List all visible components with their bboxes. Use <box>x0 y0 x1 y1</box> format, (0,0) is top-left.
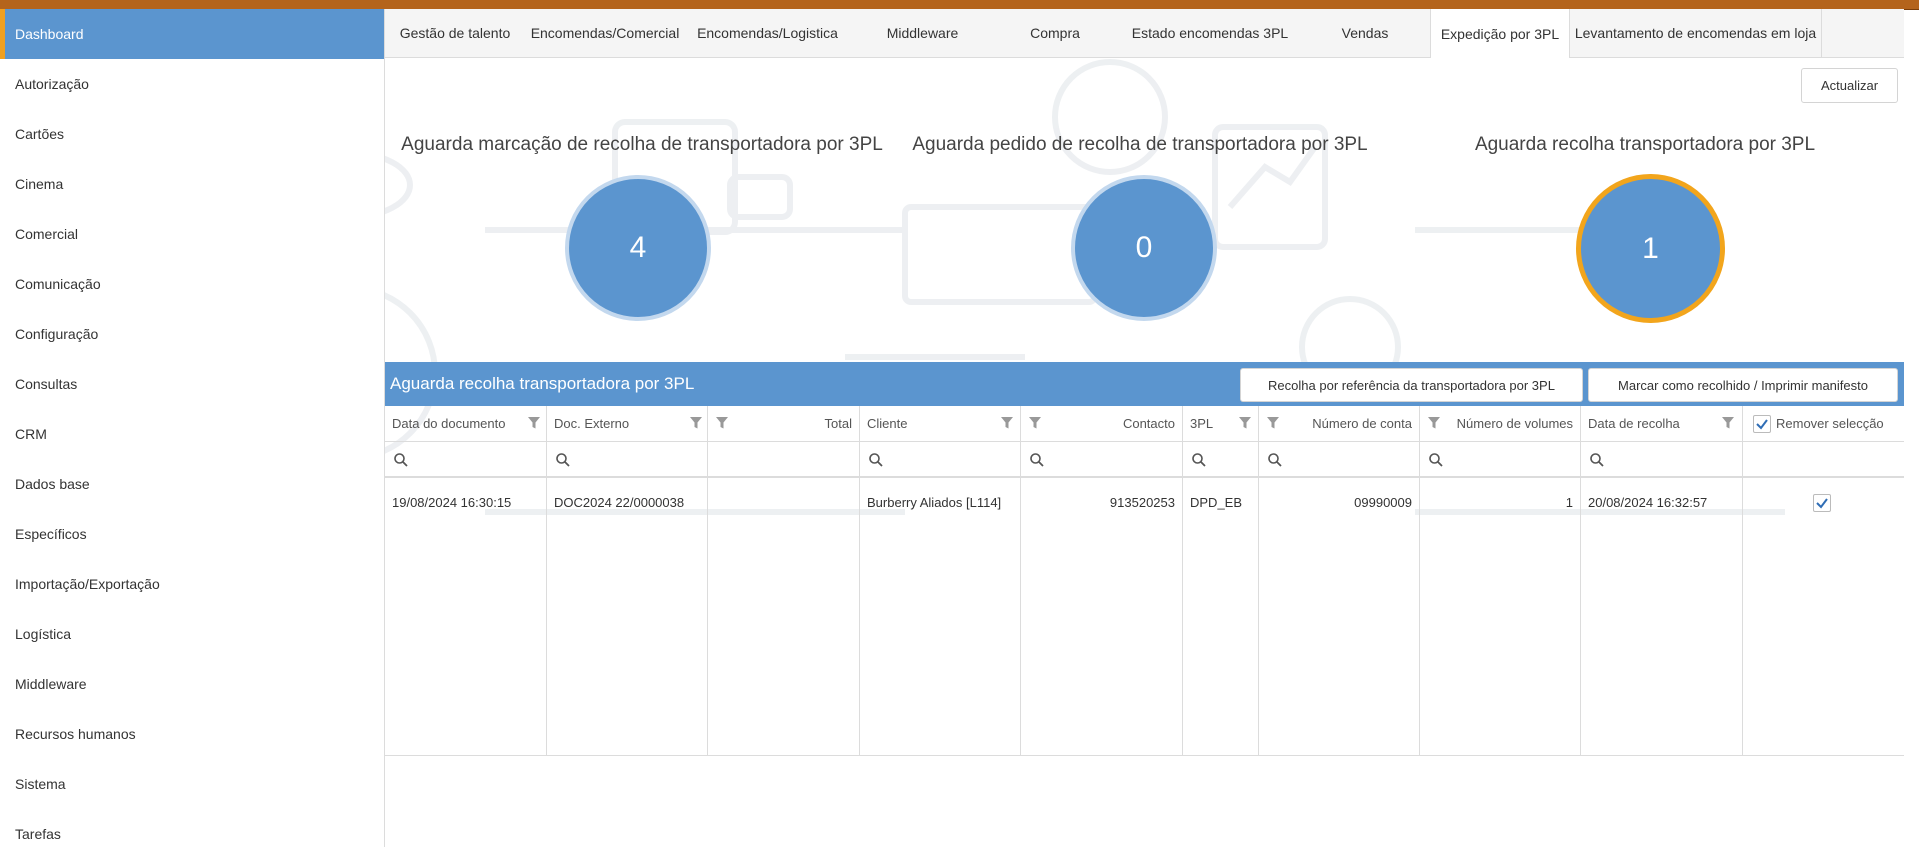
column-contacto: Contacto 913520253 <box>1021 406 1183 755</box>
sidebar-item-sistema[interactable]: Sistema <box>0 759 384 809</box>
sidebar-item-cinema[interactable]: Cinema <box>0 159 384 209</box>
cell-data-recolha[interactable]: 20/08/2024 16:32:57 <box>1588 495 1707 510</box>
column-header-total[interactable]: Total <box>825 416 852 431</box>
cell-numero-conta[interactable]: 09990009 <box>1354 495 1412 510</box>
sidebar-item-especificos[interactable]: Específicos <box>0 509 384 559</box>
tab-encomendas-logistica[interactable]: Encomendas/Logistica <box>685 9 850 57</box>
stat-title-pedido: Aguarda pedido de recolha de transportad… <box>912 134 1368 155</box>
column-3pl: 3PL DPD_EB <box>1183 406 1259 755</box>
tab-estado-encomendas-3pl[interactable]: Estado encomendas 3PL <box>1115 9 1305 57</box>
column-header-cliente[interactable]: Cliente <box>867 416 907 431</box>
search-icon[interactable] <box>1191 452 1207 468</box>
column-header-remover-seleccao[interactable]: Remover selecção <box>1776 416 1884 431</box>
column-header-data-documento[interactable]: Data do documento <box>392 416 505 431</box>
column-numero-volumes: Número de volumes 1 <box>1420 406 1581 755</box>
stat-title-recolha: Aguarda recolha transportadora por 3PL <box>1474 134 1816 155</box>
tab-middleware[interactable]: Middleware <box>850 9 995 57</box>
filter-icon[interactable] <box>1000 416 1014 430</box>
filter-icon[interactable] <box>1238 416 1252 430</box>
column-remover-seleccao: Remover selecção <box>1743 406 1904 755</box>
column-total: Total <box>708 406 860 755</box>
column-header-numero-volumes[interactable]: Número de volumes <box>1457 416 1573 431</box>
column-numero-conta: Número de conta 09990009 <box>1259 406 1420 755</box>
cell-data-documento[interactable]: 19/08/2024 16:30:15 <box>392 495 511 510</box>
cell-contacto[interactable]: 913520253 <box>1110 495 1175 510</box>
stat-circle-recolha[interactable]: 1 <box>1576 174 1725 323</box>
sidebar-item-crm[interactable]: CRM <box>0 409 384 459</box>
checkmark-icon <box>1816 498 1828 509</box>
mark-collected-button[interactable]: Marcar como recolhido / Imprimir manifes… <box>1588 368 1898 402</box>
pickup-by-reference-button[interactable]: Recolha por referência da transportadora… <box>1240 368 1583 402</box>
search-icon[interactable] <box>1267 452 1283 468</box>
filter-icon[interactable] <box>689 416 703 430</box>
search-icon[interactable] <box>555 452 571 468</box>
search-icon[interactable] <box>1428 452 1444 468</box>
sidebar-item-importacao-exportacao[interactable]: Importação/Exportação <box>0 559 384 609</box>
column-header-data-recolha[interactable]: Data de recolha <box>1588 416 1680 431</box>
search-icon[interactable] <box>1589 452 1605 468</box>
sidebar-item-consultas[interactable]: Consultas <box>0 359 384 409</box>
filter-icon[interactable] <box>1266 416 1280 430</box>
column-header-doc-externo[interactable]: Doc. Externo <box>554 416 629 431</box>
filter-icon[interactable] <box>1028 416 1042 430</box>
filter-icon[interactable] <box>527 416 541 430</box>
column-doc-externo: Doc. Externo DOC2024 22/0000038 <box>547 406 708 755</box>
stat-circle-pedido[interactable]: 0 <box>1071 175 1217 321</box>
sidebar: Dashboard Autorização Cartões Cinema Com… <box>0 9 385 847</box>
cell-doc-externo[interactable]: DOC2024 22/0000038 <box>554 495 684 510</box>
main-panel: Gestão de talento Encomendas/Comercial E… <box>385 9 1904 847</box>
sidebar-item-comercial[interactable]: Comercial <box>0 209 384 259</box>
column-header-numero-conta[interactable]: Número de conta <box>1312 416 1412 431</box>
row-select-checkbox[interactable] <box>1813 494 1831 512</box>
filter-icon[interactable] <box>1721 416 1735 430</box>
column-data-recolha: Data de recolha 20/08/2024 16:32:57 <box>1581 406 1743 755</box>
cell-numero-volumes[interactable]: 1 <box>1566 495 1573 510</box>
tab-encomendas-comercial[interactable]: Encomendas/Comercial <box>525 9 685 57</box>
stat-circle-marcacao[interactable]: 4 <box>565 175 711 321</box>
tab-gestao-talento[interactable]: Gestão de talento <box>385 9 525 57</box>
column-header-3pl[interactable]: 3PL <box>1190 416 1213 431</box>
tab-bar: Gestão de talento Encomendas/Comercial E… <box>385 9 1904 58</box>
cell-3pl[interactable]: DPD_EB <box>1190 495 1242 510</box>
data-grid: Data do documento 19/08/2024 16:30:15 Do… <box>385 406 1904 756</box>
column-data-documento: Data do documento 19/08/2024 16:30:15 <box>385 406 547 755</box>
sidebar-item-recursos-humanos[interactable]: Recursos humanos <box>0 709 384 759</box>
cell-cliente[interactable]: Burberry Aliados [L114] <box>867 495 1001 510</box>
search-icon[interactable] <box>1029 452 1045 468</box>
tab-compra[interactable]: Compra <box>995 9 1115 57</box>
tab-levantamento-encomendas-loja[interactable]: Levantamento de encomendas em loja <box>1570 9 1822 57</box>
tab-vendas[interactable]: Vendas <box>1305 9 1425 57</box>
sidebar-item-comunicacao[interactable]: Comunicação <box>0 259 384 309</box>
tab-expedicao-3pl[interactable]: Expedição por 3PL <box>1430 9 1570 58</box>
column-header-contacto[interactable]: Contacto <box>1123 416 1175 431</box>
stat-title-marcacao: Aguarda marcação de recolha de transport… <box>401 134 883 155</box>
search-icon[interactable] <box>868 452 884 468</box>
select-all-checkbox[interactable] <box>1753 415 1771 433</box>
filter-icon[interactable] <box>1427 416 1441 430</box>
sidebar-item-dashboard[interactable]: Dashboard <box>0 9 384 59</box>
search-icon[interactable] <box>393 452 409 468</box>
sidebar-item-cartoes[interactable]: Cartões <box>0 109 384 159</box>
filter-icon[interactable] <box>715 416 729 430</box>
refresh-button[interactable]: Actualizar <box>1801 68 1898 103</box>
sidebar-item-tarefas[interactable]: Tarefas <box>0 809 384 859</box>
checkmark-icon <box>1756 419 1768 430</box>
sidebar-item-middleware[interactable]: Middleware <box>0 659 384 709</box>
sidebar-item-configuracao[interactable]: Configuração <box>0 309 384 359</box>
column-cliente: Cliente Burberry Aliados [L114] <box>860 406 1021 755</box>
sidebar-item-dados-base[interactable]: Dados base <box>0 459 384 509</box>
grid-header: Aguarda recolha transportadora por 3PL R… <box>385 362 1904 406</box>
sidebar-item-autorizacao[interactable]: Autorização <box>0 59 384 109</box>
sidebar-item-logistica[interactable]: Logística <box>0 609 384 659</box>
grid-title: Aguarda recolha transportadora por 3PL <box>390 374 695 393</box>
